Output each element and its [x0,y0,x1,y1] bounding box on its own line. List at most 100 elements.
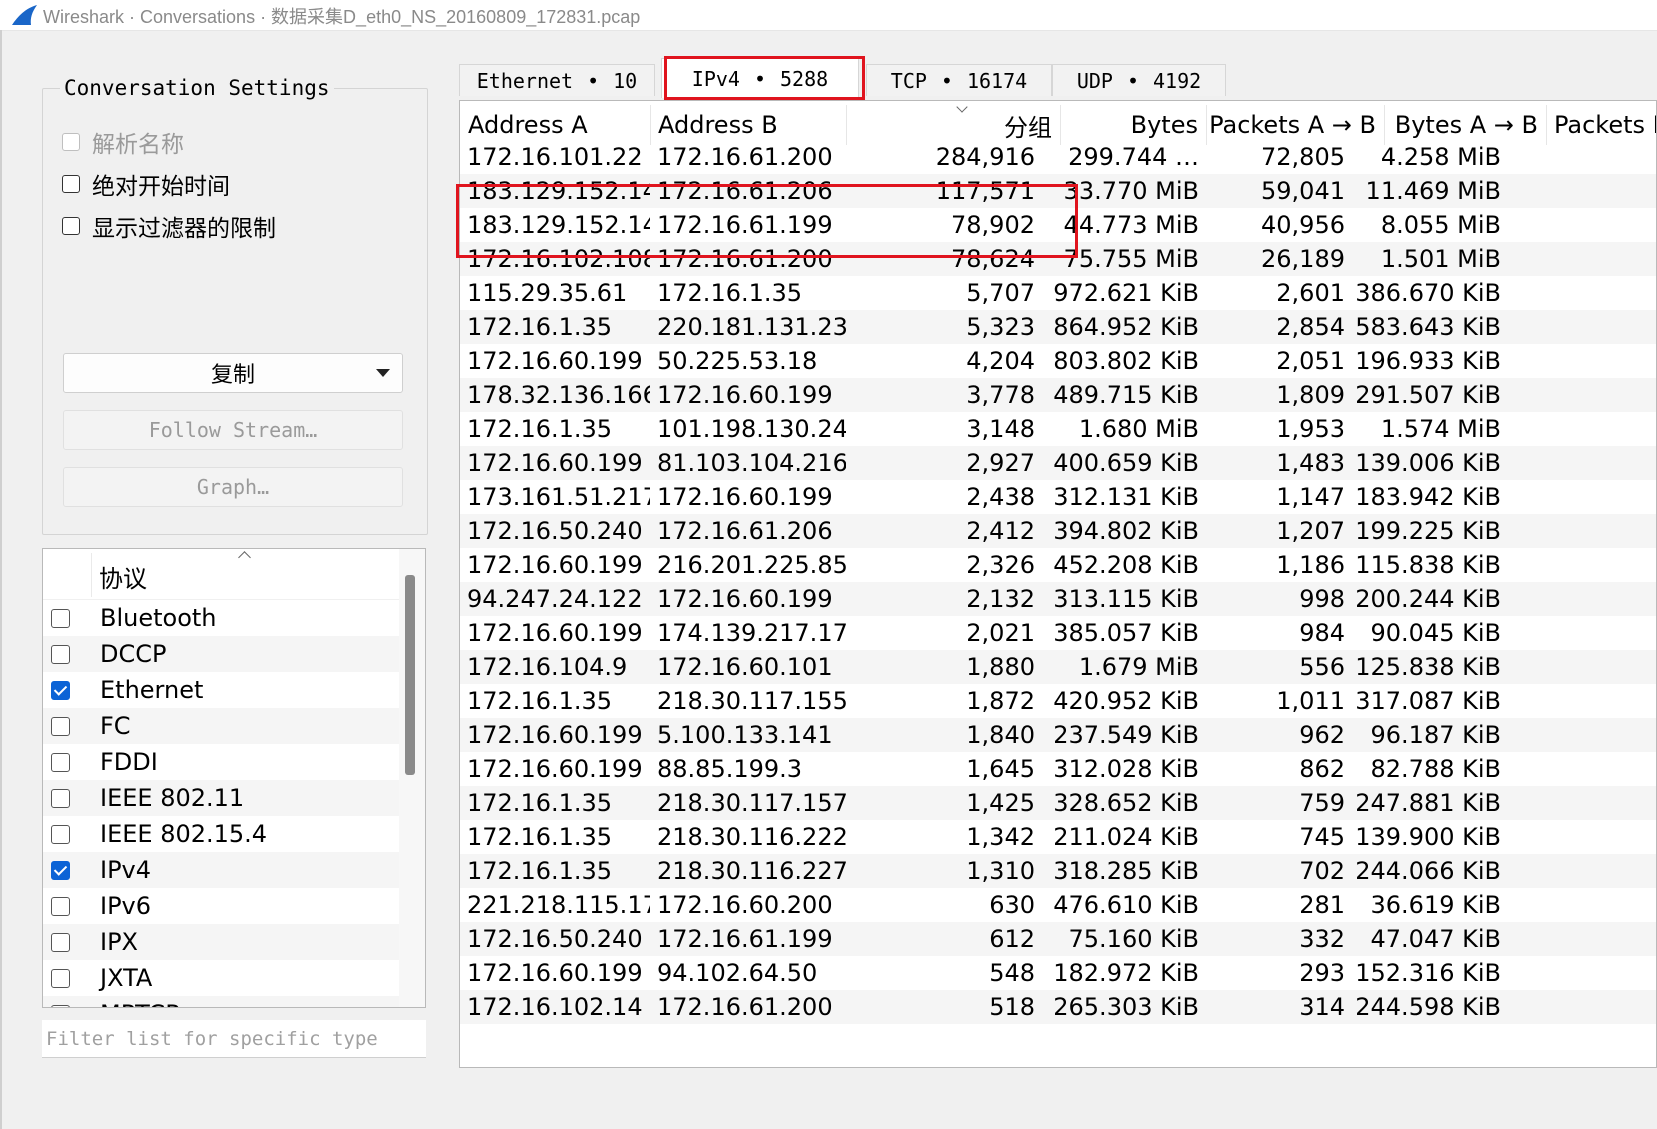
protocol-label: JXTA [100,964,153,992]
table-row[interactable]: 172.16.50.240 172.16.61.206 2,412 394.802 K… [460,514,1656,548]
table-row[interactable]: 172.16.102.14 172.16.61.200 518 265.303 KiB… [460,990,1656,1024]
bytes-a-to-b-cell: 386.670 KiB [1355,279,1501,307]
bytes-cell: 44.773 MiB [1063,211,1199,239]
table-row[interactable]: 178.32.136.166 172.16.60.199 3,778 489.715 … [460,378,1656,412]
absolute-start-time-option[interactable]: 绝对开始时间 [62,168,230,200]
table-row[interactable]: 172.16.101.22 172.16.61.200 284,916 299.744… [460,140,1656,174]
limit-to-display-filter-checkbox[interactable] [62,217,80,235]
packets-a-to-b-cell: 1,011 [1276,687,1345,715]
address-a-cell: 183.129.152.140 [467,177,650,205]
table-row[interactable]: 172.16.1.35 101.198.130.249 3,148 1.680 MiB… [460,412,1656,446]
bytes-cell: 75.755 MiB [1063,245,1199,273]
protocol-item[interactable]: DCCP [43,636,399,672]
protocol-checkbox[interactable] [51,824,70,844]
protocol-label: Bluetooth [100,604,217,632]
tab-tcp[interactable]: TCP • 16174 [866,64,1052,96]
table-row[interactable]: 172.16.50.240 172.16.61.199 612 75.160 KiB 3… [460,922,1656,956]
packets-cell: 1,342 [966,823,1035,851]
scrollbar-thumb[interactable] [405,575,415,775]
protocol-checkbox[interactable] [51,932,70,952]
tab-separator: • [1126,68,1139,93]
table-row[interactable]: 172.16.1.35 218.30.117.155 1,872 420.952 Ki… [460,684,1656,718]
packets-cell: 3,148 [966,415,1035,443]
table-row[interactable]: 221.218.115.173172.16.60.200 630 476.610 K… [460,888,1656,922]
table-row[interactable]: 172.16.60.199 5.100.133.141 1,840 237.549 K… [460,718,1656,752]
protocol-item[interactable]: IEEE 802.11 [43,780,399,816]
packets-cell: 2,438 [966,483,1035,511]
packets-a-to-b-cell: 332 [1299,925,1345,953]
protocol-checkbox[interactable] [51,752,70,772]
protocol-checkbox[interactable] [51,1004,70,1007]
bytes-a-to-b-cell: 199.225 KiB [1355,517,1501,545]
packets-a-to-b-cell: 745 [1299,823,1345,851]
table-row[interactable]: 172.16.1.35 220.181.131.234 5,323 864.952 K… [460,310,1656,344]
table-row[interactable]: 172.16.1.35 218.30.116.222 1,342 211.024 Ki… [460,820,1656,854]
protocol-item[interactable]: IEEE 802.15.4 [43,816,399,852]
protocol-item[interactable]: Ethernet [43,672,399,708]
packets-a-to-b-cell: 40,956 [1261,211,1345,239]
protocol-item[interactable]: FC [43,708,399,744]
table-row[interactable]: 172.16.60.199 94.102.64.50 548 182.972 KiB 2… [460,956,1656,990]
table-row[interactable]: 172.16.60.199 81.103.104.216 2,927 400.659 … [460,446,1656,480]
bytes-a-to-b-cell: 82.788 KiB [1370,755,1501,783]
copy-dropdown-button[interactable]: 复制 [63,353,403,393]
address-b-cell: 216.201.225.85 [657,551,846,579]
packets-cell: 1,645 [966,755,1035,783]
protocol-checkbox[interactable] [51,968,70,988]
table-row[interactable]: 172.16.1.35 218.30.116.227 1,310 318.285 Ki… [460,854,1656,888]
address-b-cell: 172.16.61.199 [657,211,833,239]
absolute-start-time-checkbox[interactable] [62,175,80,193]
protocol-checkbox[interactable] [51,860,70,880]
protocol-filter-input[interactable] [42,1020,426,1058]
resolve-names-option: 解析名称 [62,126,184,158]
bytes-cell: 400.659 KiB [1053,449,1199,477]
protocol-checkbox[interactable] [51,680,70,700]
protocol-item[interactable]: FDDI [43,744,399,780]
table-row[interactable]: 115.29.35.61 172.16.1.35 5,707 972.621 KiB 2… [460,276,1656,310]
protocol-item[interactable]: MPTCP [43,996,399,1007]
protocol-item[interactable]: IPv6 [43,888,399,924]
limit-to-display-filter-option[interactable]: 显示过滤器的限制 [62,210,276,242]
tab-ethernet[interactable]: Ethernet • 10 [459,64,655,96]
table-row[interactable]: 172.16.102.108 172.16.61.200 78,624 75.755 … [460,242,1656,276]
table-row[interactable]: 172.16.60.199 216.201.225.85 2,326 452.208 … [460,548,1656,582]
protocol-list-header[interactable]: 协议 [43,549,399,600]
table-row[interactable]: 183.129.152.140172.16.61.206 117,571 33.77… [460,174,1656,208]
bytes-cell: 420.952 KiB [1053,687,1199,715]
protocol-item[interactable]: Bluetooth [43,600,399,636]
address-b-cell: 5.100.133.141 [657,721,833,749]
table-row[interactable]: 173.161.51.217 172.16.60.199 2,438 312.131 … [460,480,1656,514]
protocol-column-header[interactable]: 协议 [99,559,147,594]
table-row[interactable]: 183.129.152.140172.16.61.199 78,902 44.773… [460,208,1656,242]
sort-ascending-icon [238,551,251,564]
bytes-a-to-b-cell: 4.258 MiB [1380,143,1501,171]
header-divider [91,553,92,597]
table-row[interactable]: 172.16.104.9 172.16.60.101 1,880 1.679 MiB 5… [460,650,1656,684]
protocol-checkbox[interactable] [51,716,70,736]
bytes-cell: 1.680 MiB [1078,415,1199,443]
protocol-item[interactable]: JXTA [43,960,399,996]
graph-button[interactable]: Graph… [63,467,403,507]
protocol-item[interactable]: IPX [43,924,399,960]
address-b-cell: 101.198.130.249 [657,415,846,443]
protocol-checkbox[interactable] [51,608,70,628]
table-row[interactable]: 172.16.1.35 218.30.117.157 1,425 328.652 Ki… [460,786,1656,820]
bytes-a-to-b-cell: 200.244 KiB [1355,585,1501,613]
protocol-checkbox[interactable] [51,896,70,916]
bytes-a-to-b-cell: 291.507 KiB [1355,381,1501,409]
bytes-a-to-b-cell: 583.643 KiB [1355,313,1501,341]
window-title: Wireshark · Conversations · 数据采集D_eth0_N… [43,7,641,27]
protocol-checkbox[interactable] [51,788,70,808]
table-row[interactable]: 94.247.24.122 172.16.60.199 2,132 313.115 K… [460,582,1656,616]
table-row[interactable]: 172.16.60.199 174.139.217.175 2,021 385.057… [460,616,1656,650]
tab-udp[interactable]: UDP • 4192 [1052,64,1226,96]
copy-button-label: 复制 [210,363,255,388]
packets-cell: 630 [989,891,1035,919]
table-row[interactable]: 172.16.60.199 88.85.199.3 1,645 312.028 KiB… [460,752,1656,786]
follow-stream-button[interactable]: Follow Stream… [63,410,403,450]
tab-ipv4[interactable]: IPv4 • 5288 [661,58,859,98]
protocol-item[interactable]: IPv4 [43,852,399,888]
protocol-checkbox[interactable] [51,644,70,664]
table-row[interactable]: 172.16.60.199 50.225.53.18 4,204 803.802 Ki… [460,344,1656,378]
absolute-start-time-label: 绝对开始时间 [92,174,230,200]
